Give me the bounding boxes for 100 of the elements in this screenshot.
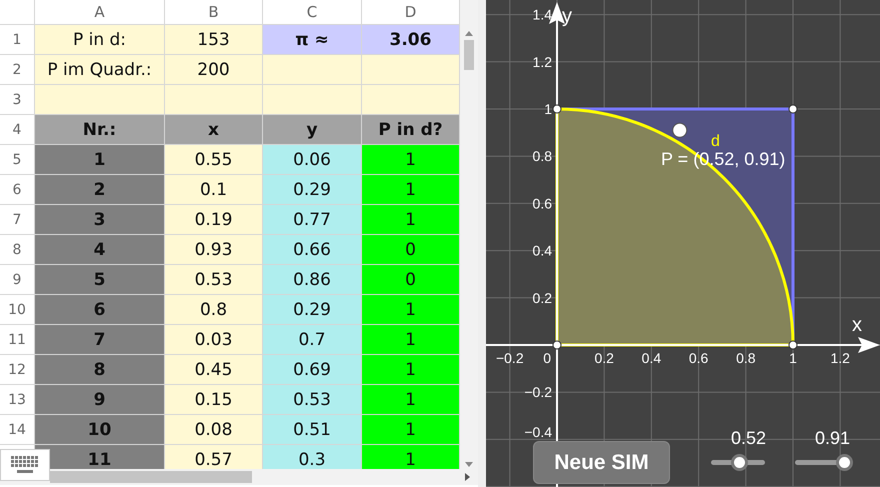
table-cell: π ≈ [263, 25, 362, 55]
row-header[interactable]: 5 [0, 145, 35, 175]
table-cell: 1 [362, 415, 460, 445]
tick-label: −0.2 [496, 350, 524, 366]
table-cell: 0.19 [165, 205, 263, 235]
table-cell: 1 [362, 355, 460, 385]
table-cell: 1 [362, 295, 460, 325]
table-cell: P in d? [362, 115, 460, 145]
row-header[interactable]: 2 [0, 55, 35, 85]
table-cell: 6 [35, 295, 165, 325]
row-header[interactable]: 1 [0, 25, 35, 55]
row-header[interactable]: 4 [0, 115, 35, 145]
table-cell: 0.55 [165, 145, 263, 175]
point[interactable] [552, 340, 562, 350]
tick-label: 0.4 [642, 350, 662, 366]
table-cell: 1 [362, 175, 460, 205]
table-cell: 1 [362, 145, 460, 175]
column-header[interactable]: D [362, 0, 460, 25]
keyboard-button[interactable] [0, 449, 50, 481]
table-cell: 7 [35, 325, 165, 355]
table-cell: 0.3 [263, 445, 362, 469]
keyboard-icon [9, 454, 41, 476]
row-header[interactable]: 10 [0, 295, 35, 325]
table-cell: 0.06 [263, 145, 362, 175]
axis-label: x [852, 314, 862, 336]
table-cell: P in d: [35, 25, 165, 55]
tick-label: 1.4 [532, 6, 552, 23]
table-cell: 0.45 [165, 355, 263, 385]
table-cell: 3 [35, 205, 165, 235]
table-cell: 0.03 [165, 325, 263, 355]
table-cell: 0 [362, 265, 460, 295]
table-cell: 1 [362, 205, 460, 235]
table-cell: 4 [35, 235, 165, 265]
tick-label: 1.2 [532, 54, 552, 70]
tick-label: 1 [789, 350, 797, 366]
table-cell: 2 [35, 175, 165, 205]
tick-label: 1.2 [830, 350, 850, 366]
row-header[interactable]: 8 [0, 235, 35, 265]
table-cell: y [263, 115, 362, 145]
row-header[interactable]: 13 [0, 385, 35, 415]
column-header[interactable]: A [35, 0, 165, 25]
table-cell: 0.66 [263, 235, 362, 265]
tick-label: 0.6 [532, 195, 552, 212]
column-header[interactable]: B [165, 0, 263, 25]
scroll-right-icon[interactable] [465, 473, 470, 481]
table-cell: 9 [35, 385, 165, 415]
table-cell: 5 [35, 265, 165, 295]
table-cell: P im Quadr.: [35, 55, 165, 85]
slider-thumb[interactable] [730, 454, 748, 471]
tick-label: 0.8 [736, 350, 756, 366]
scroll-down-icon[interactable] [465, 462, 473, 467]
table-cell: 8 [35, 355, 165, 385]
table-cell: 0.93 [165, 235, 263, 265]
table-cell: 0.57 [165, 445, 263, 469]
table-cell: 0.08 [165, 415, 263, 445]
table-cell: 3.06 [362, 25, 460, 55]
table-cell: 0.86 [263, 265, 362, 295]
table-cell: 10 [35, 415, 165, 445]
point[interactable] [672, 122, 688, 138]
table-cell: 0.15 [165, 385, 263, 415]
column-header[interactable]: C [263, 0, 362, 25]
table-cell: 0.53 [263, 385, 362, 415]
axis-label: y [562, 5, 572, 27]
row-header[interactable]: 11 [0, 325, 35, 355]
table-cell: x [165, 115, 263, 145]
table-cell: 0.29 [263, 175, 362, 205]
point[interactable] [788, 340, 798, 350]
table-cell: 11 [35, 445, 165, 469]
tick-label: 0 [543, 350, 551, 366]
tick-label: 0.2 [532, 290, 552, 306]
tick-label: 0.6 [688, 350, 708, 366]
table-cell: 1 [35, 145, 165, 175]
tick-label: 0.2 [594, 350, 614, 366]
table-cell: 1 [362, 385, 460, 415]
table-cell: Nr.: [35, 115, 165, 145]
row-header[interactable]: 12 [0, 355, 35, 385]
new-simulation-button[interactable]: Neue SIM [533, 441, 670, 484]
row-header[interactable]: 9 [0, 265, 35, 295]
table-cell: 0.29 [263, 295, 362, 325]
table-cell: 0.1 [165, 175, 263, 205]
slider-thumb[interactable] [836, 454, 853, 471]
row-header[interactable]: 6 [0, 175, 35, 205]
tick-label: 1 [544, 101, 552, 117]
tick-label: −0.4 [524, 424, 552, 440]
tick-label: 0.4 [532, 242, 552, 259]
point[interactable] [552, 104, 562, 114]
table-cell: 1 [362, 445, 460, 469]
row-header[interactable]: 3 [0, 85, 35, 115]
row-header[interactable]: 7 [0, 205, 35, 235]
row-header[interactable]: 14 [0, 415, 35, 445]
table-cell: 0.51 [263, 415, 362, 445]
table-cell: 0.69 [263, 355, 362, 385]
tick-label: 0.8 [532, 148, 552, 164]
table-cell: 153 [165, 25, 263, 55]
table-cell: 0.8 [165, 295, 263, 325]
slider-value: 0.52 [731, 428, 766, 449]
scroll-up-icon[interactable] [465, 31, 473, 36]
point[interactable] [788, 104, 798, 114]
table-cell: 0.7 [263, 325, 362, 355]
table-cell: 200 [165, 55, 263, 85]
